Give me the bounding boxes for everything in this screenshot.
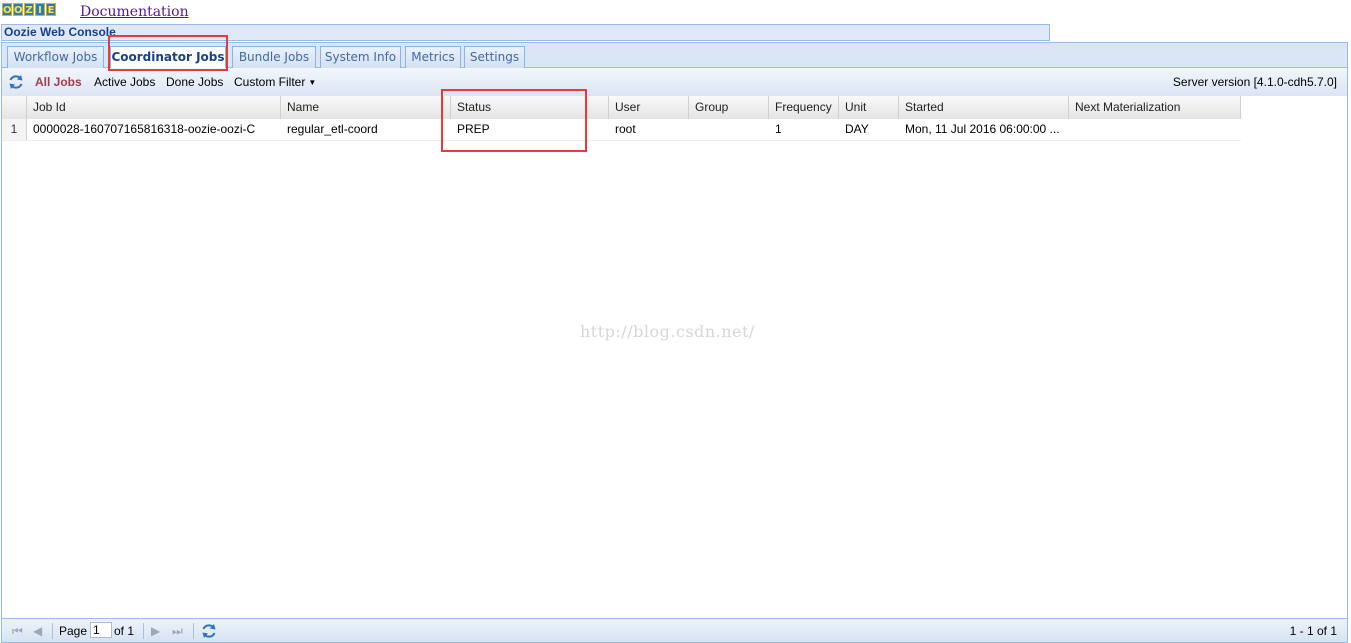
cell-next-materialization bbox=[1069, 119, 1241, 140]
separator bbox=[52, 623, 53, 639]
cell-frequency: 1 bbox=[775, 122, 782, 136]
previous-page-icon[interactable]: ◀ bbox=[33, 624, 42, 638]
logo-letter: O bbox=[13, 3, 23, 16]
tab-system-info[interactable]: System Info bbox=[320, 46, 401, 68]
separator bbox=[143, 623, 144, 639]
column-header-status[interactable]: Status bbox=[451, 96, 609, 119]
logo-letter: I bbox=[35, 3, 45, 16]
refresh-icon[interactable] bbox=[8, 74, 24, 90]
custom-filter-label: Custom Filter bbox=[234, 75, 306, 89]
tab-bundle-jobs[interactable]: Bundle Jobs bbox=[232, 46, 316, 68]
cell-unit: DAY bbox=[845, 122, 869, 136]
filter-done-jobs[interactable]: Done Jobs bbox=[166, 75, 223, 89]
tab-coordinator-jobs[interactable]: Coordinator Jobs bbox=[110, 46, 226, 69]
tab-strip: Workflow Jobs Coordinator Jobs Bundle Jo… bbox=[1, 42, 1348, 69]
server-version: Server version [4.1.0-cdh5.7.0] bbox=[1172, 75, 1337, 89]
column-header-unit[interactable]: Unit bbox=[839, 96, 899, 119]
cell-job-id: 0000028-160707165816318-oozie-oozi-C bbox=[33, 122, 256, 136]
logo-letter: Z bbox=[24, 3, 34, 16]
cell-user: root bbox=[615, 122, 636, 136]
oozie-logo: O O Z I E bbox=[2, 3, 56, 16]
watermark: http://blog.csdn.net/ bbox=[580, 322, 755, 341]
page-of-label: of 1 bbox=[114, 624, 135, 638]
column-header-name[interactable]: Name bbox=[281, 96, 451, 119]
tab-metrics[interactable]: Metrics bbox=[405, 46, 461, 68]
page-number-input[interactable] bbox=[90, 622, 112, 638]
cell-status: PREP bbox=[457, 122, 490, 136]
last-page-icon[interactable]: ⏭ bbox=[172, 624, 183, 639]
column-header-user[interactable]: User bbox=[609, 96, 689, 119]
column-header-next-materialization[interactable]: Next Materialization bbox=[1069, 96, 1241, 119]
paging-toolbar: ⏮ ◀ Page of 1 ▶ ⏭ 1 - 1 of 1 bbox=[1, 618, 1348, 643]
next-page-icon[interactable]: ▶ bbox=[151, 624, 160, 638]
logo-letter: E bbox=[46, 3, 56, 16]
table-row[interactable]: 1 0000028-160707165816318-oozie-oozi-C r… bbox=[2, 119, 1241, 141]
jobs-grid: Job Id Name Status User Group Frequency … bbox=[1, 96, 1348, 618]
row-number: 1 bbox=[2, 119, 27, 140]
page-label: Page bbox=[59, 624, 88, 638]
filter-all-jobs[interactable]: All Jobs bbox=[35, 75, 82, 89]
filter-active-jobs[interactable]: Active Jobs bbox=[94, 75, 155, 89]
tab-workflow-jobs[interactable]: Workflow Jobs bbox=[7, 46, 104, 68]
cell-started: Mon, 11 Jul 2016 06:00:00 ... bbox=[905, 122, 1060, 136]
custom-filter-menu[interactable]: Custom Filter ▼ bbox=[234, 75, 316, 89]
cell-group bbox=[689, 119, 769, 140]
chevron-down-icon: ▼ bbox=[308, 78, 317, 87]
column-header-group[interactable]: Group bbox=[689, 96, 769, 119]
separator bbox=[193, 623, 194, 639]
logo-letter: O bbox=[2, 3, 12, 16]
refresh-icon[interactable] bbox=[201, 623, 217, 639]
console-title: Oozie Web Console bbox=[1, 24, 1050, 41]
column-header-started[interactable]: Started bbox=[899, 96, 1069, 119]
grid-header: Job Id Name Status User Group Frequency … bbox=[2, 96, 1241, 120]
tab-settings[interactable]: Settings bbox=[464, 46, 525, 68]
column-header-frequency[interactable]: Frequency bbox=[769, 96, 839, 119]
column-header-job-id[interactable]: Job Id bbox=[27, 96, 281, 119]
documentation-link[interactable]: Documentation bbox=[80, 4, 189, 20]
top-bar: O O Z I E Documentation bbox=[0, 0, 1351, 24]
first-page-icon[interactable]: ⏮ bbox=[12, 624, 23, 639]
record-count: 1 - 1 of 1 bbox=[1289, 624, 1337, 638]
toolbar: All Jobs Active Jobs Done Jobs Custom Fi… bbox=[1, 68, 1348, 96]
row-number-header bbox=[2, 96, 27, 119]
cell-name: regular_etl-coord bbox=[287, 122, 378, 136]
